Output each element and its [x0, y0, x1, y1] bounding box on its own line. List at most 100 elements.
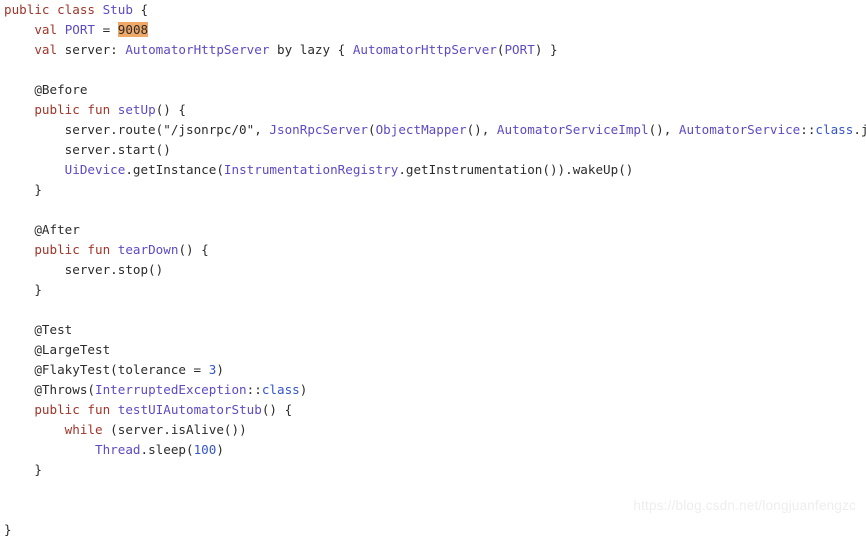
code-token: UiDevice	[64, 162, 126, 177]
code-token: @After	[4, 222, 80, 237]
code-line: while (server.isAlive())	[0, 420, 866, 440]
code-token: class	[815, 122, 854, 137]
code-token: (	[367, 122, 376, 137]
code-line: server.route("/jsonrpc/0", JsonRpcServer…	[0, 120, 866, 140]
code-token: AutomatorHttpServer	[352, 42, 497, 57]
code-line: public fun testUIAutomatorStub() {	[0, 400, 866, 420]
code-token: server.start()	[4, 142, 171, 157]
code-token: ::	[800, 122, 816, 137]
code-token: InterruptedException	[95, 382, 247, 397]
code-token: testUIAutomatorStub	[117, 402, 262, 417]
code-token: tearDown	[117, 242, 179, 257]
code-token: (),	[466, 122, 497, 137]
code-token: @Test	[4, 322, 73, 337]
code-line: public fun tearDown() {	[0, 240, 866, 260]
code-token: }	[4, 182, 42, 197]
code-token: public fun	[34, 402, 111, 417]
code-token: ::	[246, 382, 262, 397]
code-token: "/jsonrpc/0"	[163, 122, 255, 137]
code-token: JsonRpcServer	[269, 122, 368, 137]
code-token: Stub	[102, 2, 133, 17]
code-token: PORT	[64, 22, 96, 37]
code-token: ,	[254, 122, 270, 137]
code-line: val server: AutomatorHttpServer by lazy …	[0, 40, 866, 60]
code-token: ObjectMapper	[375, 122, 467, 137]
code-token: public fun	[34, 102, 111, 117]
code-token: Thread	[95, 442, 141, 457]
code-token: server.route(	[4, 122, 164, 137]
code-token: )	[216, 442, 224, 457]
code-line: @After	[0, 220, 866, 240]
code-token: 9008	[117, 22, 149, 37]
code-line: @Throws(InterruptedException::class)	[0, 380, 866, 400]
code-token: .sleep(	[140, 442, 194, 457]
code-line: Thread.sleep(100)	[0, 440, 866, 460]
code-token: )	[299, 382, 308, 397]
code-line: val PORT = 9008	[0, 20, 866, 40]
code-token: @FlakyTest(tolerance =	[4, 362, 209, 377]
code-token: 100	[193, 442, 217, 457]
code-token: server:	[57, 42, 126, 57]
code-token: ) }	[534, 42, 558, 57]
watermark-text: https://blog.csdn.net/longjuanfengzc	[633, 498, 856, 513]
code-token: by lazy {	[269, 42, 353, 57]
code-token: }	[4, 282, 42, 297]
code-token: AutomatorHttpServer	[125, 42, 270, 57]
code-token: () {	[178, 242, 209, 257]
code-line: @Test	[0, 320, 866, 340]
code-token: (),	[648, 122, 679, 137]
code-token: class	[261, 382, 300, 397]
code-token: @LargeTest	[4, 342, 111, 357]
code-token: AutomatorServiceImpl	[496, 122, 649, 137]
code-token: val	[34, 22, 58, 37]
code-token: while	[64, 422, 103, 437]
code-token: (server.isAlive())	[102, 422, 247, 437]
code-line: server.stop()	[0, 260, 866, 280]
code-token: PORT	[504, 42, 535, 57]
code-token: AutomatorService	[678, 122, 801, 137]
code-token: public class	[4, 2, 103, 17]
code-token: .getInstrumentation()).wakeUp()	[398, 162, 634, 177]
code-line: server.start()	[0, 140, 866, 160]
code-line: @Before	[0, 80, 866, 100]
code-token: {	[132, 2, 149, 17]
code-token: .java))	[853, 122, 866, 137]
code-block[interactable]: public class Stub { val PORT = 9008 val …	[0, 0, 866, 540]
code-line: public fun setUp() {	[0, 100, 866, 120]
code-token: }	[4, 462, 42, 477]
code-token: )	[216, 362, 224, 377]
code-token: @Throws(	[4, 382, 95, 397]
code-line: public class Stub {	[0, 0, 866, 20]
code-token: }	[4, 522, 12, 537]
code-token: =	[95, 22, 118, 37]
code-line: UiDevice.getInstance(InstrumentationRegi…	[0, 160, 866, 180]
code-line: }	[0, 180, 866, 200]
code-token: .getInstance(	[125, 162, 224, 177]
code-line: }	[0, 280, 866, 300]
code-token: InstrumentationRegistry	[223, 162, 399, 177]
code-token: server.stop()	[4, 262, 164, 277]
code-token: () {	[261, 402, 293, 417]
code-line: }	[0, 520, 866, 540]
code-token: @Before	[4, 82, 88, 97]
code-token: val	[34, 42, 58, 57]
code-token: setUp	[117, 102, 156, 117]
code-line: @FlakyTest(tolerance = 3)	[0, 360, 866, 380]
code-token: () {	[155, 102, 187, 117]
code-line: @LargeTest	[0, 340, 866, 360]
